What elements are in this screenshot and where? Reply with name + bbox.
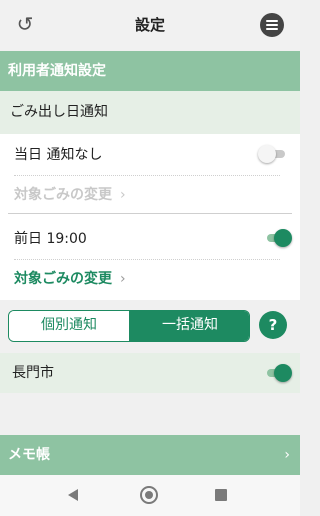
page-title: 設定 (134, 16, 165, 34)
city-name: 長門市 (12, 365, 54, 381)
nav-home-icon[interactable] (140, 486, 158, 504)
same-day-target-link: 対象ごみの変更 › (14, 184, 126, 204)
help-icon[interactable]: ? (259, 311, 287, 339)
bulk-notification-option[interactable]: 一括通知 (129, 311, 249, 341)
app-header: ↺ 設定 (0, 0, 300, 50)
section-user-notification: 利用者通知設定 (0, 51, 300, 91)
nav-back-icon[interactable] (68, 489, 78, 501)
individual-notification-option[interactable]: 個別通知 (9, 311, 129, 341)
day-before-label: 前日 19:00 (14, 231, 87, 247)
divider (14, 259, 280, 260)
notification-mode-switch: 個別通知 一括通知 (8, 310, 250, 342)
spacer (0, 393, 300, 435)
city-row: 長門市 (0, 353, 300, 393)
system-nav-bar (0, 475, 300, 516)
chevron-right-icon: › (284, 447, 290, 463)
nav-recent-icon[interactable] (215, 489, 227, 501)
memo-label: メモ帳 (8, 447, 50, 463)
memo-section[interactable]: メモ帳 › (0, 435, 300, 475)
garbage-day-heading: ごみ出し日通知 (0, 91, 300, 134)
undo-arrow-icon[interactable]: ↺ (14, 12, 36, 36)
day-before-toggle[interactable] (264, 229, 292, 247)
divider (8, 213, 292, 214)
divider (14, 175, 280, 176)
chevron-right-icon: › (120, 187, 126, 203)
menu-icon[interactable] (260, 13, 284, 37)
notification-panel: 当日 通知なし 対象ごみの変更 › 前日 19:00 対象ごみの変更 › (0, 134, 300, 300)
city-toggle[interactable] (264, 364, 292, 382)
day-before-target-link[interactable]: 対象ごみの変更 › (14, 268, 126, 288)
same-day-toggle[interactable] (258, 145, 286, 163)
day-before-target-label: 対象ごみの変更 (14, 271, 112, 287)
same-day-target-label: 対象ごみの変更 (14, 187, 112, 203)
chevron-right-icon: › (120, 271, 126, 287)
same-day-label: 当日 通知なし (14, 147, 103, 163)
